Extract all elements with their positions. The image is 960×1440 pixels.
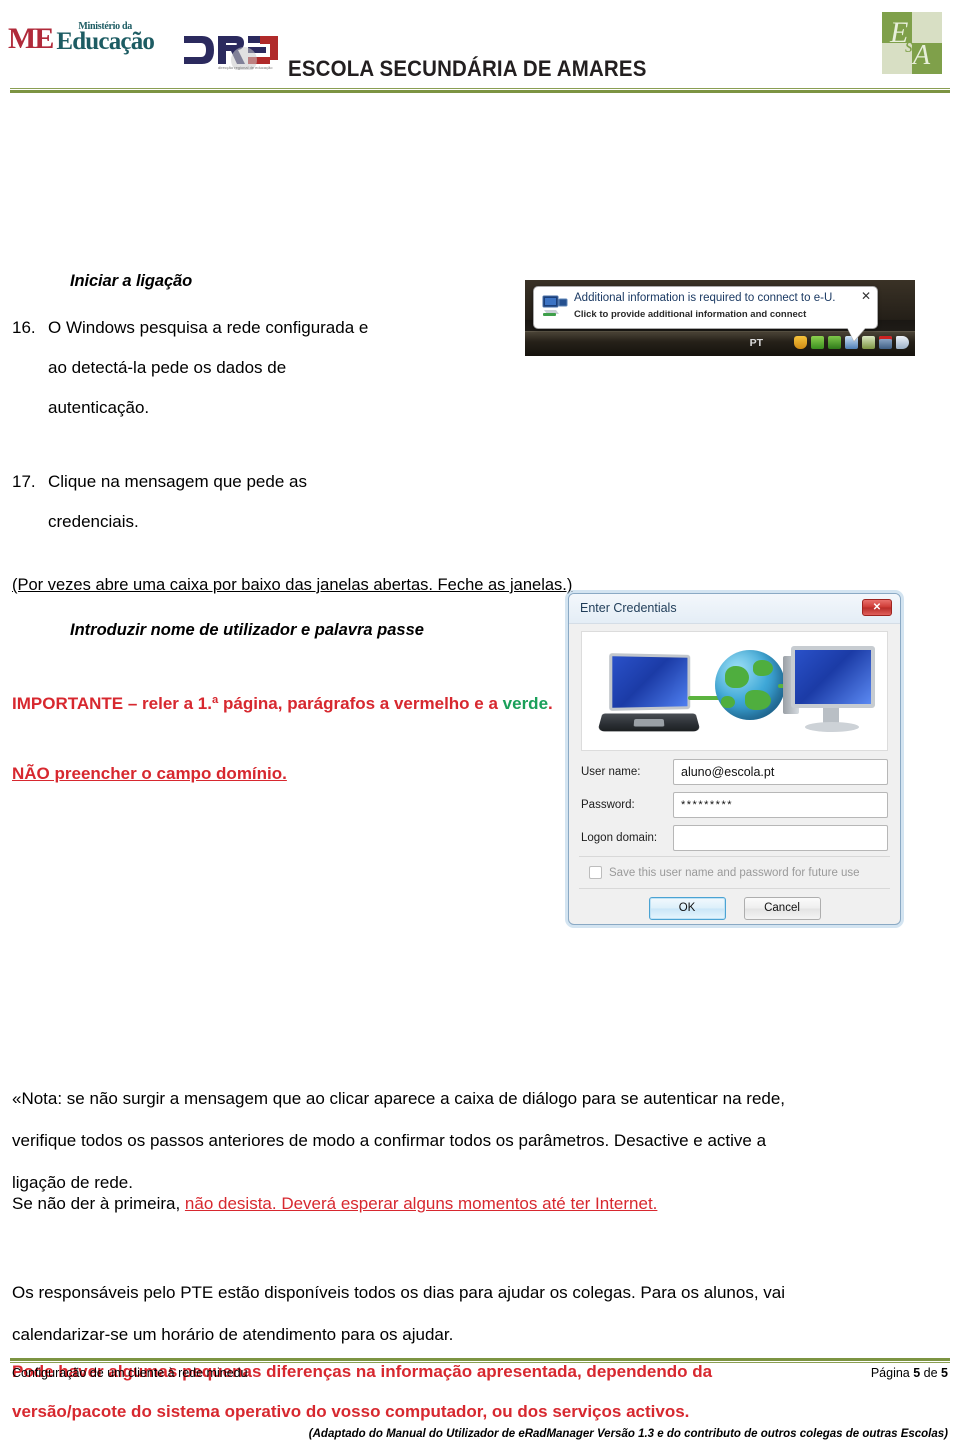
globe-icon (715, 650, 785, 720)
dialog-banner-illustration (581, 631, 888, 751)
windows-notification-screenshot: PT Additional information is required to… (525, 280, 915, 356)
list-item-17-line2: credenciais. (48, 512, 139, 531)
list-item-16-line1: O Windows pesquisa a rede configurada e (48, 318, 369, 337)
responsaveis-paragraph: Os responsáveis pelo PTE estão disponíve… (12, 1272, 912, 1356)
dialog-titlebar: Enter Credentials ✕ (569, 594, 900, 624)
dialog-buttons: OK Cancel (569, 897, 900, 920)
subheading-iniciar-ligacao: Iniciar a ligação (70, 272, 193, 290)
nota-line2: verifique todos os passos anteriores de … (12, 1131, 767, 1150)
nota-line1: «Nota: se não surgir a mensagem que ao c… (12, 1089, 786, 1108)
logon-domain-input[interactable] (673, 825, 888, 851)
footer-total-pages: 5 (941, 1366, 948, 1380)
important-text-part1: IMPORTANTE – reler a 1.ª página, parágra… (12, 694, 503, 713)
list-item-17: 17. Clique na mensagem que pede as crede… (12, 462, 432, 542)
laptop-touchpad (633, 719, 665, 727)
ministry-education-logo: ME Ministério da Educação (8, 22, 155, 55)
svg-text:A: A (911, 40, 931, 71)
pode-haver-line2: versão/pacote do sistema operativo do vo… (12, 1402, 690, 1421)
ministry-wordmark: Ministério da Educação (56, 22, 155, 55)
tray-language-indicator: PT (749, 337, 763, 349)
senao-plain-text: Se não der à primeira, (12, 1194, 185, 1213)
ok-button[interactable]: OK (648, 897, 726, 920)
laptop-keyboard (597, 713, 701, 732)
monitor-screen (791, 646, 875, 708)
responsaveis-line2: calendarizar-se um horário de atendiment… (12, 1325, 454, 1344)
logon-domain-label: Logon domain: (581, 832, 658, 844)
notification-balloon[interactable]: Additional information is required to co… (533, 286, 878, 329)
school-title: ESCOLA SECUNDÁRIA DE AMARES (288, 56, 647, 81)
subheading-introduzir-credenciais: Introduzir nome de utilizador e palavra … (70, 621, 424, 639)
important-warning-text: IMPORTANTE – reler a 1.ª página, parágra… (12, 684, 572, 724)
list-item-17-number: 17. (12, 472, 36, 491)
notification-title: Additional information is required to co… (574, 292, 836, 304)
save-credentials-label: Save this user name and password for fut… (609, 866, 860, 879)
username-input[interactable] (673, 759, 888, 785)
list-item-17-line1: Clique na mensagem que pede as (48, 472, 307, 491)
button-divider (579, 888, 890, 889)
users-icon (811, 336, 824, 349)
list-item-16: 16. O Windows pesquisa a rede configurad… (12, 308, 432, 428)
parenthetical-note: (Por vezes abre uma caixa por baixo das … (12, 576, 573, 594)
footer-page-number: Página 5 de 5 (871, 1366, 948, 1380)
laptop-screen (609, 653, 691, 711)
globe-landmass (753, 660, 773, 676)
footer-left-text: Configuração de um cliente à rede minedu (12, 1366, 248, 1380)
svg-text:direcção regional de educação: direcção regional de educação (218, 65, 273, 70)
source-attribution: (Adaptado do Manual do Utilizador de eRa… (308, 1428, 948, 1440)
username-row: User name: (581, 759, 888, 787)
password-label: Password: (581, 799, 635, 811)
desktop-computer-icon (783, 646, 875, 742)
footer-divider (10, 1358, 950, 1363)
page-footer: Configuração de um cliente à rede minedu… (12, 1366, 948, 1380)
senao-red-text: não desista. Deverá esperar alguns momen… (184, 1194, 658, 1213)
esa-school-logo-icon: E s A (882, 12, 942, 74)
shield-icon (794, 336, 807, 349)
globe-landmass (725, 666, 749, 688)
logon-domain-row: Logon domain: (581, 825, 888, 853)
password-input[interactable] (673, 792, 888, 818)
close-icon[interactable]: ✕ (861, 289, 871, 303)
senao-der-primeira-line: Se não der à primeira, não desista. Deve… (12, 1194, 657, 1214)
list-item-16-text: O Windows pesquisa a rede configurada e … (48, 308, 432, 428)
ministry-main-label: Educação (56, 28, 155, 55)
responsaveis-line1: Os responsáveis pelo PTE estão disponíve… (12, 1283, 785, 1302)
password-row: Password: (581, 792, 888, 820)
important-text-end: . (548, 694, 553, 713)
pode-haver-diferencas-paragraph: Pode haver algumas pequenas diferenças n… (12, 1352, 912, 1432)
list-item-16-line3: autenticação. (48, 398, 150, 417)
svg-text:s: s (905, 35, 913, 57)
network-warning-icon (879, 336, 892, 349)
enter-credentials-dialog: Enter Credentials ✕ User name: aluno@esc… (568, 593, 901, 925)
laptop-icon (597, 653, 701, 740)
close-icon[interactable]: ✕ (862, 599, 892, 616)
list-item-16-number: 16. (12, 318, 36, 337)
me-monogram-icon: ME (8, 22, 54, 55)
list-item-17-text: Clique na mensagem que pede as credencia… (48, 462, 432, 542)
credentials-form: User name: Password: Logon domain: (569, 759, 900, 858)
save-credentials-checkbox[interactable] (589, 866, 602, 879)
save-credentials-row[interactable]: Save this user name and password for fut… (589, 866, 860, 879)
notification-subtitle: Click to provide additional information … (574, 309, 807, 320)
important-text-green: verde (502, 694, 549, 713)
monitor-stand (805, 722, 859, 732)
username-label: User name: (581, 766, 641, 778)
list-item-16-line2: ao detectá-la pede os dados de (48, 358, 287, 377)
nao-preencher-dominio-warning: NÃO preencher o campo domínio. (12, 764, 287, 783)
person-icon (828, 336, 841, 349)
page-header: ME Ministério da Educação direcção regio… (0, 0, 960, 96)
globe-landmass (745, 690, 771, 710)
nota-paragraph: «Nota: se não surgir a mensagem que ao c… (12, 1078, 912, 1204)
cancel-button[interactable]: Cancel (743, 897, 821, 920)
balloon-tail (847, 327, 866, 341)
header-divider (10, 88, 950, 93)
dren-logo-icon: direcção regional de educação (184, 36, 278, 70)
globe-landmass (721, 696, 735, 708)
footer-page-prefix: Página (870, 1366, 914, 1380)
dialog-title: Enter Credentials (580, 601, 677, 615)
footer-page-mid: de (920, 1366, 942, 1380)
network-computers-icon (542, 295, 568, 316)
form-divider (579, 856, 890, 857)
volume-icon (896, 336, 909, 349)
